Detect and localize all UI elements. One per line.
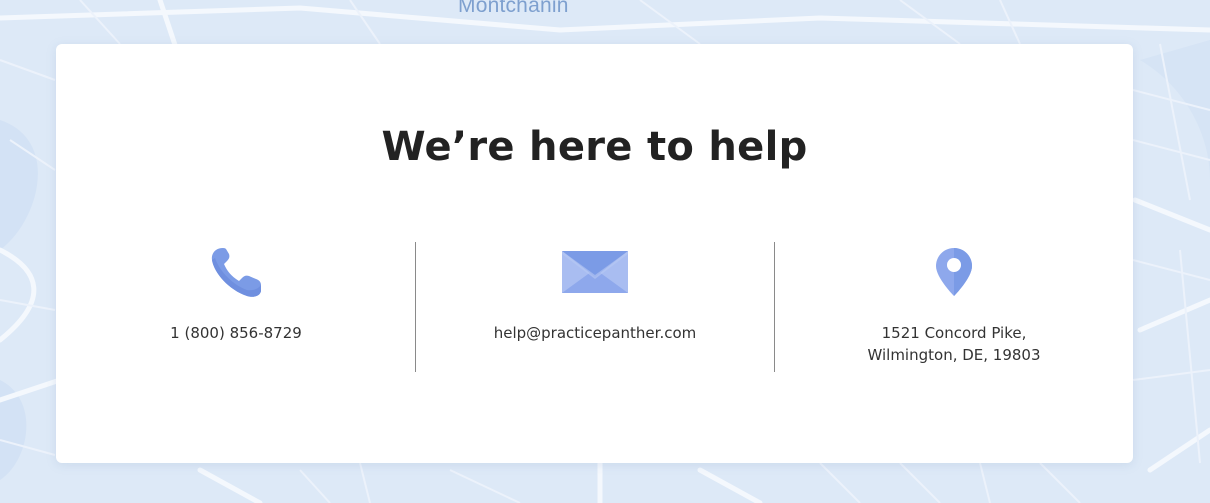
email-contact: help@practicepanther.com [445, 242, 745, 344]
map-place-label: Montchanin [458, 0, 569, 17]
phone-contact: 1 (800) 856-8729 [136, 242, 336, 344]
postal-address[interactable]: 1521 Concord Pike, Wilmington, DE, 19803 [804, 322, 1104, 366]
contact-heading: We’re here to help [381, 124, 808, 170]
email-address[interactable]: help@practicepanther.com [445, 322, 745, 344]
envelope-icon [562, 251, 628, 293]
location-pin-icon [936, 248, 972, 296]
column-divider [774, 242, 775, 372]
address-line-2: Wilmington, DE, 19803 [867, 346, 1041, 364]
column-divider [415, 242, 416, 372]
phone-number[interactable]: 1 (800) 856-8729 [136, 322, 336, 344]
phone-icon [211, 248, 261, 297]
contact-card: We’re here to help 1 (800) 856-8729 help… [56, 44, 1133, 463]
address-line-1: 1521 Concord Pike, [881, 324, 1027, 342]
address-contact: 1521 Concord Pike, Wilmington, DE, 19803 [804, 242, 1104, 366]
